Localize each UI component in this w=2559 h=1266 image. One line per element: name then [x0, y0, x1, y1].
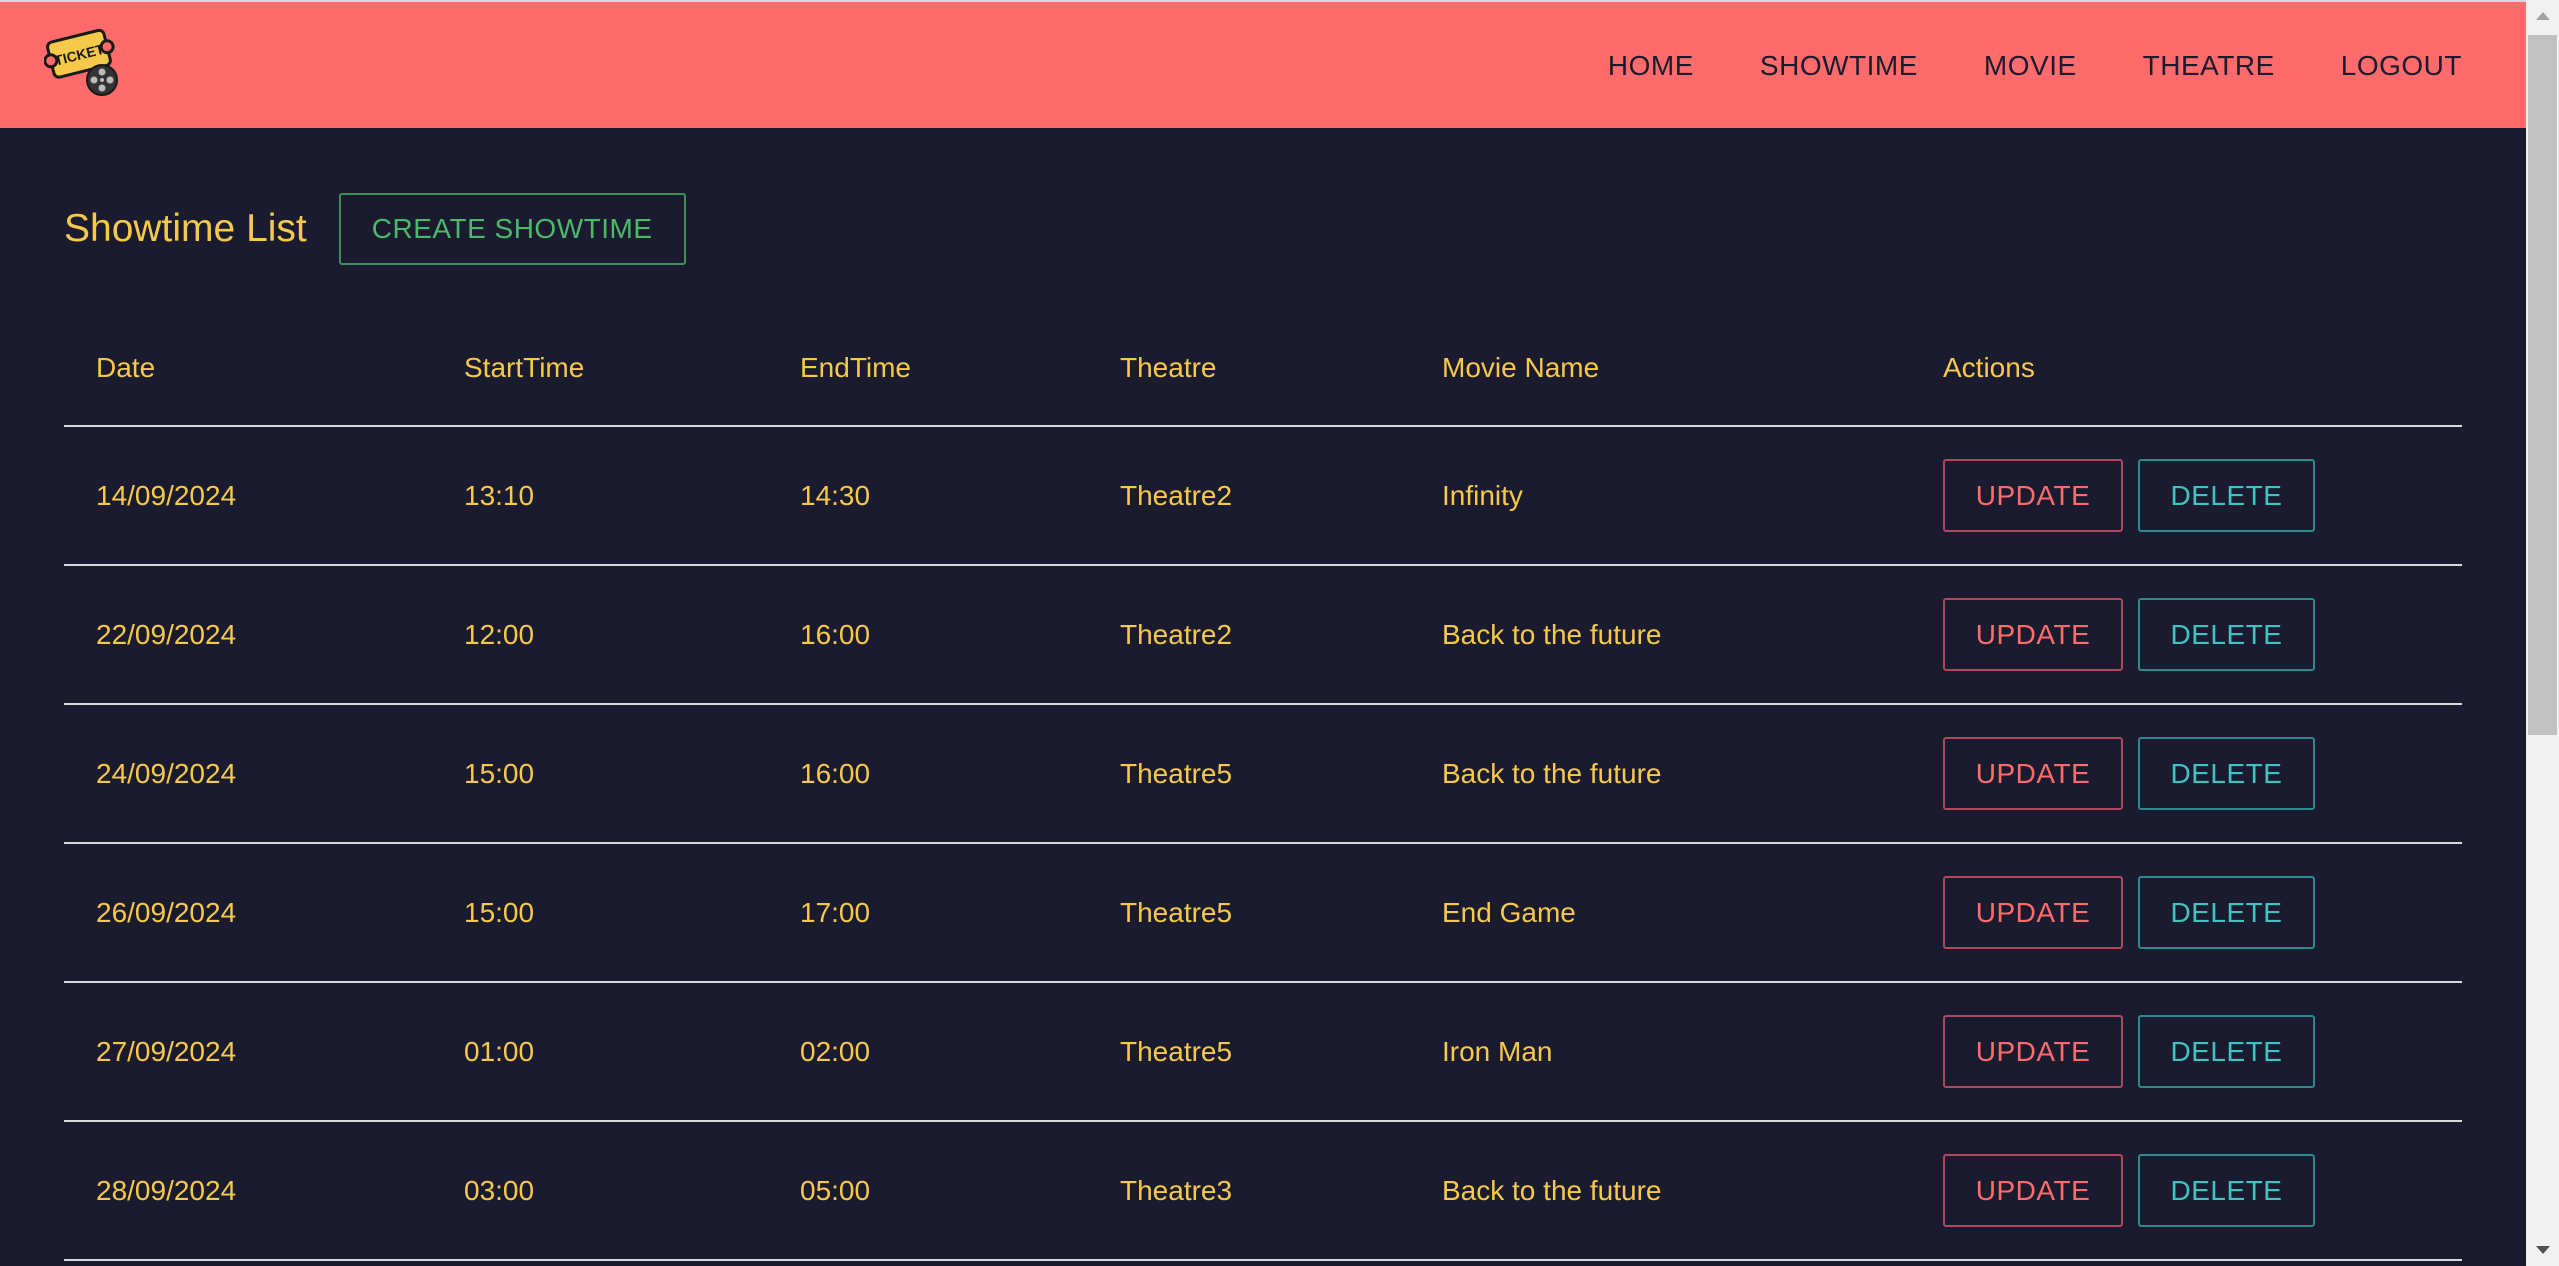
cell-actions: UPDATE DELETE: [1911, 843, 2462, 982]
table-header-row: Date StartTime EndTime Theatre Movie Nam…: [64, 311, 2462, 426]
update-button[interactable]: UPDATE: [1943, 1015, 2123, 1088]
header-theatre: Theatre: [1120, 352, 1217, 383]
header-movie-name: Movie Name: [1442, 352, 1600, 383]
cell-endtime: 05:00: [800, 1174, 871, 1206]
cell-starttime: 03:00: [464, 1174, 535, 1206]
cell-movie-name: Back to the future: [1442, 618, 1662, 650]
delete-button[interactable]: DELETE: [2138, 1015, 2315, 1088]
ticket-logo-icon[interactable]: TICKET: [43, 22, 126, 102]
cell-date: 22/09/2024: [96, 618, 237, 650]
cell-date: 28/09/2024: [96, 1174, 237, 1206]
table-row: 28/09/2024 03:00 05:00 Theatre3 Back to …: [64, 1121, 2462, 1260]
cell-date: 14/09/2024: [96, 479, 237, 511]
cell-theatre: Theatre2: [1120, 479, 1233, 511]
cell-actions: UPDATE DELETE: [1911, 982, 2462, 1121]
cell-date: 26/09/2024: [96, 896, 237, 928]
table-row: 22/09/2024 12:00 16:00 Theatre2 Back to …: [64, 565, 2462, 704]
cell-movie-name: Back to the future: [1442, 1174, 1662, 1206]
page-title: Showtime List: [64, 207, 307, 250]
cell-theatre: Theatre5: [1120, 1035, 1233, 1067]
cell-movie-name: End Game: [1442, 896, 1576, 928]
cell-actions: UPDATE DELETE: [1911, 704, 2462, 843]
cell-date: 27/09/2024: [96, 1035, 237, 1067]
cell-movie-name: Iron Man: [1442, 1035, 1553, 1067]
update-button[interactable]: UPDATE: [1943, 876, 2123, 949]
scrollbar-thumb[interactable]: [2528, 35, 2557, 735]
nav-logout-link[interactable]: LOGOUT: [2341, 50, 2462, 82]
title-row: Showtime List CREATE SHOWTIME: [64, 193, 686, 265]
delete-button[interactable]: DELETE: [2138, 737, 2315, 810]
nav-home-link[interactable]: HOME: [1608, 50, 1694, 82]
cell-theatre: Theatre3: [1120, 1174, 1233, 1206]
header-actions: Actions: [1943, 352, 2035, 383]
cell-starttime: 15:00: [464, 757, 535, 789]
delete-button[interactable]: DELETE: [2138, 876, 2315, 949]
cell-theatre: Theatre5: [1120, 896, 1233, 928]
update-button[interactable]: UPDATE: [1943, 737, 2123, 810]
cell-endtime: 17:00: [800, 896, 871, 928]
header-date: Date: [96, 352, 156, 383]
create-showtime-button[interactable]: CREATE SHOWTIME: [338, 193, 686, 265]
table-row: 14/09/2024 13:10 14:30 Theatre2 Infinity…: [64, 426, 2462, 565]
cell-movie-name: Infinity: [1442, 479, 1523, 511]
delete-button[interactable]: DELETE: [2138, 1154, 2315, 1227]
navbar: TICKET HOME SHOWTIME MOVIE THEATRE LOGOU…: [0, 0, 2526, 128]
update-button[interactable]: UPDATE: [1943, 459, 2123, 532]
cell-starttime: 13:10: [464, 479, 535, 511]
update-button[interactable]: UPDATE: [1943, 598, 2123, 671]
table-row: 26/09/2024 15:00 17:00 Theatre5 End Game…: [64, 843, 2462, 982]
cell-endtime: 16:00: [800, 618, 871, 650]
delete-button[interactable]: DELETE: [2138, 459, 2315, 532]
header-starttime: StartTime: [464, 352, 585, 383]
nav-movie-link[interactable]: MOVIE: [1984, 50, 2077, 82]
showtime-table: Date StartTime EndTime Theatre Movie Nam…: [64, 311, 2462, 1261]
vertical-scrollbar[interactable]: [2526, 0, 2559, 1266]
cell-actions: UPDATE DELETE: [1911, 565, 2462, 704]
update-button[interactable]: UPDATE: [1943, 1154, 2123, 1227]
nav-showtime-link[interactable]: SHOWTIME: [1760, 50, 1918, 82]
cell-theatre: Theatre5: [1120, 757, 1233, 789]
delete-button[interactable]: DELETE: [2138, 598, 2315, 671]
table-row: 24/09/2024 15:00 16:00 Theatre5 Back to …: [64, 704, 2462, 843]
cell-starttime: 12:00: [464, 618, 535, 650]
cell-starttime: 15:00: [464, 896, 535, 928]
cell-actions: UPDATE DELETE: [1911, 1121, 2462, 1260]
cell-endtime: 14:30: [800, 479, 871, 511]
scroll-down-arrow-icon[interactable]: [2526, 1233, 2559, 1266]
main-nav: HOME SHOWTIME MOVIE THEATRE LOGOUT: [1542, 2, 2462, 130]
table-row: 27/09/2024 01:00 02:00 Theatre5 Iron Man…: [64, 982, 2462, 1121]
cell-starttime: 01:00: [464, 1035, 535, 1067]
scroll-up-arrow-icon[interactable]: [2526, 0, 2559, 33]
cell-theatre: Theatre2: [1120, 618, 1233, 650]
cell-endtime: 16:00: [800, 757, 871, 789]
cell-actions: UPDATE DELETE: [1911, 426, 2462, 565]
cell-movie-name: Back to the future: [1442, 757, 1662, 789]
nav-theatre-link[interactable]: THEATRE: [2143, 50, 2275, 82]
cell-date: 24/09/2024: [96, 757, 237, 789]
header-endtime: EndTime: [800, 352, 912, 383]
cell-endtime: 02:00: [800, 1035, 871, 1067]
